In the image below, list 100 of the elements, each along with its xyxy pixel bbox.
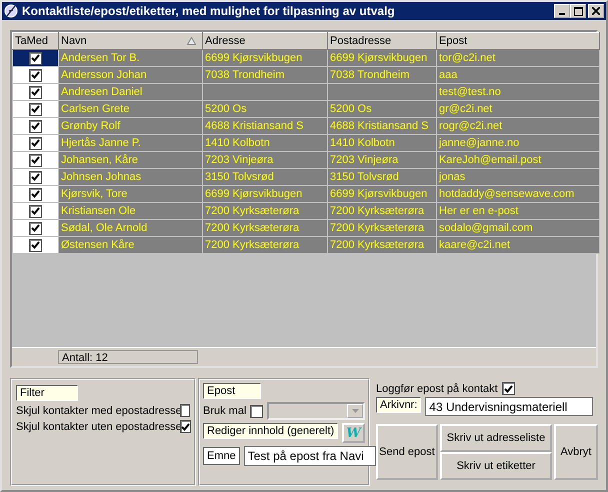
table-cell: 7200 Kyrksæterøra (330, 239, 424, 251)
row-selector-cell[interactable] (12, 236, 58, 254)
checkbox[interactable] (180, 404, 190, 417)
row-selector-cell[interactable] (12, 220, 58, 236)
table-cell: 7200 Kyrksæterøra (330, 222, 424, 234)
table-cell: tor@c2i.net (439, 52, 496, 64)
checkbox[interactable] (29, 136, 42, 150)
checkbox[interactable] (502, 382, 515, 395)
table-cell: 4688 Kristiansand S (330, 120, 428, 132)
sort-arrow-icon (187, 37, 196, 45)
row-selector-cell[interactable] (12, 134, 58, 152)
cancel-button[interactable]: Avbryt (554, 424, 598, 480)
table-cell: Carlsen Grete (61, 103, 130, 115)
subject-field[interactable]: Test på epost fra Navi (244, 446, 376, 466)
record-count: Antall: 12 (58, 350, 198, 364)
table-cell: kaare@c2i.net (439, 239, 510, 251)
checkbox[interactable] (29, 102, 42, 116)
table-cell: gr@c2i.net (439, 103, 492, 115)
close-icon (592, 7, 600, 15)
table-cell: jonas (439, 171, 466, 183)
table-cell: 7038 Trondheim (330, 69, 410, 81)
checkbox[interactable] (29, 204, 42, 218)
checkbox[interactable] (180, 420, 191, 433)
table-cell: rogr@c2i.net (439, 120, 502, 132)
table-cell: Her er en e-post (439, 205, 518, 217)
archive-label: Arkivnr: (376, 397, 422, 413)
row-selector-cell[interactable] (12, 84, 58, 100)
row-selector-cell[interactable] (12, 168, 58, 186)
row-selector-cell[interactable] (12, 118, 58, 134)
table-cell: Kjørsvik, Tore (61, 188, 128, 200)
table-cell: 7203 Vinjeøra (330, 154, 398, 166)
checkbox[interactable] (250, 404, 264, 418)
table-cell: 4688 Kristiansand S (205, 120, 304, 132)
checkbox[interactable] (29, 68, 42, 82)
table-cell: Kristiansen Ole (61, 205, 136, 217)
table-cell: hotdaddy@sensewave.com (439, 188, 574, 200)
send-email-button[interactable]: Send epost (376, 424, 438, 480)
table-cell: 3150 Tolvsrød (205, 171, 274, 183)
table-cell: 7200 Kyrksæterøra (205, 222, 300, 234)
checkbox[interactable] (29, 52, 42, 64)
checkbox[interactable] (29, 86, 42, 98)
checkbox[interactable] (29, 170, 42, 184)
table-cell: 5200 Os (330, 103, 372, 115)
column-header[interactable]: TaMed (12, 32, 58, 50)
dropdown-button[interactable] (347, 404, 363, 418)
print-labels-button[interactable]: Skriv ut etiketter (440, 452, 552, 480)
table-cell: 7200 Kyrksæterøra (205, 239, 300, 251)
email-label: Epost (203, 383, 261, 399)
table-cell: Østensen Kåre (61, 239, 134, 251)
table-cell: 1410 Kolbotn (205, 137, 270, 149)
row-selector-cell[interactable] (12, 202, 58, 220)
checkbox[interactable] (29, 188, 42, 200)
table-cell: Johansen, Kåre (61, 154, 138, 166)
table-cell: test@test.no (439, 86, 501, 98)
table-cell: janne@janne.no (439, 137, 520, 149)
row-selector-cell[interactable] (12, 152, 58, 168)
row-selector-cell[interactable] (12, 50, 58, 66)
checkbox[interactable] (29, 154, 42, 166)
column-header[interactable]: Navn (58, 32, 202, 50)
archive-field[interactable]: 43 Undervisningsmateriell (425, 397, 594, 416)
table-cell: sodalo@gmail.com (439, 222, 533, 234)
table-cell: 6699 Kjørsvikbugen (205, 188, 302, 200)
table-cell: 1410 Kolbotn (330, 137, 395, 149)
row-selector-cell[interactable] (12, 66, 58, 84)
table-cell: aaa (439, 69, 458, 81)
column-header[interactable]: Postadresse (328, 32, 436, 50)
table-cell: Andersen Tor B. (61, 52, 140, 64)
column-header[interactable]: Epost (436, 32, 600, 50)
table-cell: Grønby Rolf (61, 120, 120, 132)
caret-icon (352, 409, 358, 413)
checkbox[interactable] (29, 238, 42, 252)
table-cell: 7038 Trondheim (205, 69, 284, 81)
table-cell: 6699 Kjørsvikbugen (330, 188, 428, 200)
table-cell: 7203 Vinjeøra (205, 154, 274, 166)
checkbox[interactable] (29, 222, 42, 234)
print-list-button[interactable]: Skriv ut adresseliste (440, 424, 552, 452)
table-cell: Sødal, Ole Arnold (61, 222, 148, 234)
maximize-icon (574, 6, 582, 16)
table-cell: Andersson Johan (61, 69, 147, 81)
row-selector-cell[interactable] (12, 100, 58, 118)
table-cell: 7200 Kyrksæterøra (330, 205, 424, 217)
column-header[interactable]: Adresse (202, 32, 328, 50)
table-cell: Johnsen Johnas (61, 171, 142, 183)
template-label: Bruk mal (203, 405, 246, 417)
table-cell: Andresen Daniel (61, 86, 142, 98)
maximize-button[interactable] (570, 4, 586, 18)
table-cell: 7200 Kyrksæterøra (205, 205, 300, 217)
filter-label: Filter (16, 385, 78, 401)
table-cell: Hjertås Janne P. (61, 137, 141, 149)
window-title: Kontaktliste/epost/etiketter, med mulighet for tilpasning av utvalg (22, 4, 396, 18)
table-cell: KareJoh@email.post (439, 154, 542, 166)
table-cell: 5200 Os (205, 103, 247, 115)
row-selector-cell[interactable] (12, 186, 58, 202)
minimize-button[interactable] (554, 4, 570, 18)
table-cell: 6699 Kjørsvikbugen (330, 52, 428, 64)
close-button[interactable] (588, 4, 604, 18)
log-label: Loggfør epost på kontakt (376, 382, 498, 394)
subject-label: Emne (203, 447, 240, 465)
edit-content-label: Rediger innhold (generelt) (203, 423, 338, 439)
checkbox[interactable] (29, 120, 42, 132)
